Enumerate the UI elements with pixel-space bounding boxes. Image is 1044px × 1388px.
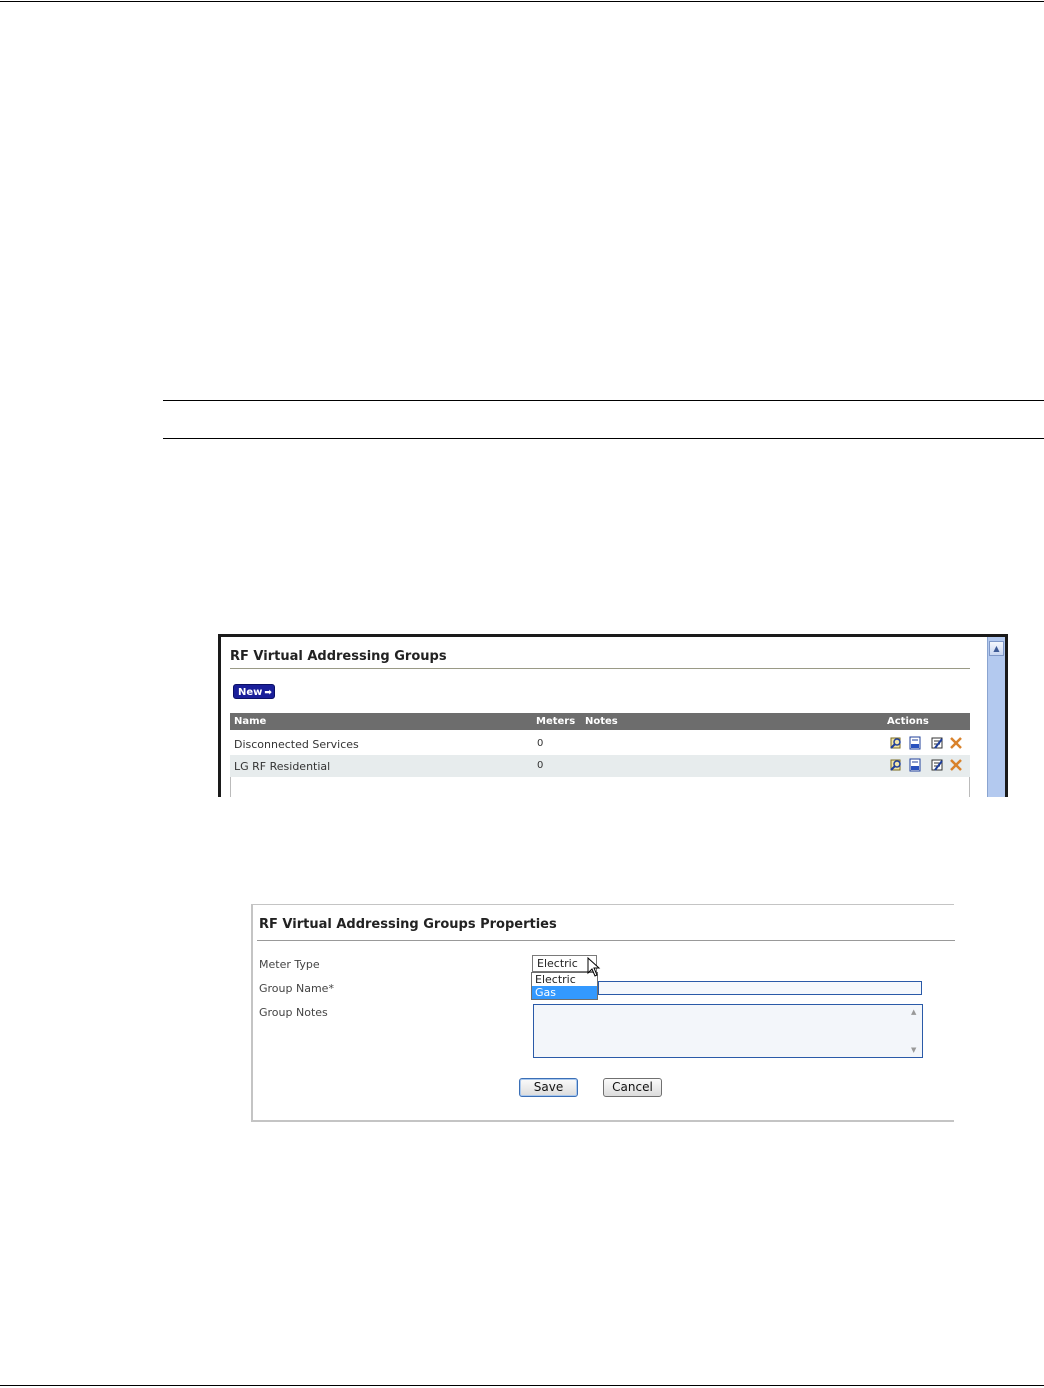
group-name-label: Group Name* — [259, 982, 334, 995]
report-icon[interactable] — [908, 758, 922, 772]
group-notes-textarea[interactable]: ▲ ▼ — [533, 1004, 923, 1058]
row-name[interactable]: Disconnected Services — [234, 738, 359, 751]
table-left-border — [230, 777, 231, 797]
row-meters: 0 — [537, 760, 544, 771]
panel-title: RF Virtual Addressing Groups — [230, 649, 447, 664]
properties-title: RF Virtual Addressing Groups Properties — [259, 917, 557, 932]
table-row[interactable]: Disconnected Services 0 — [230, 733, 970, 755]
groups-list-window: RF Virtual Addressing Groups New ➡ Name M… — [218, 634, 1008, 797]
cancel-button[interactable]: Cancel — [603, 1078, 662, 1097]
new-button[interactable]: New ➡ — [233, 684, 275, 699]
row-meters: 0 — [537, 738, 544, 749]
groups-list-content: RF Virtual Addressing Groups New ➡ Name M… — [221, 637, 985, 797]
group-notes-label: Group Notes — [259, 1006, 328, 1019]
edit-icon[interactable] — [930, 736, 944, 750]
view-icon[interactable] — [889, 736, 903, 750]
scroll-up-icon[interactable]: ▲ — [989, 641, 1004, 656]
table-row[interactable]: LG RF Residential 0 — [230, 755, 970, 777]
group-name-input[interactable] — [598, 981, 922, 995]
page-top-rule — [0, 1, 1044, 2]
properties-window: RF Virtual Addressing Groups Properties … — [251, 904, 955, 1122]
table-right-border — [969, 777, 970, 797]
column-header-actions: Actions — [887, 716, 929, 727]
vertical-scrollbar[interactable]: ▲ — [987, 637, 1005, 797]
section-rule-top — [163, 400, 1044, 401]
column-header-name[interactable]: Name — [234, 716, 266, 727]
row-name[interactable]: LG RF Residential — [234, 760, 330, 773]
new-button-label: New — [238, 687, 263, 698]
title-divider — [230, 668, 970, 669]
title-divider — [257, 940, 955, 941]
textarea-scrollbar[interactable]: ▲ ▼ — [908, 1005, 922, 1057]
mouse-pointer-icon — [587, 957, 601, 977]
delete-icon[interactable] — [949, 736, 963, 750]
edit-icon[interactable] — [930, 758, 944, 772]
section-rule-bottom — [163, 438, 1044, 439]
view-icon[interactable] — [889, 758, 903, 772]
meter-type-label: Meter Type — [259, 958, 320, 971]
dropdown-option-gas[interactable]: Gas — [532, 986, 597, 999]
arrow-right-icon: ➡ — [264, 688, 272, 698]
scroll-down-icon[interactable]: ▼ — [911, 1046, 916, 1054]
scroll-up-icon[interactable]: ▲ — [911, 1008, 916, 1016]
column-header-notes[interactable]: Notes — [585, 716, 618, 727]
delete-icon[interactable] — [949, 758, 963, 772]
column-header-meters[interactable]: Meters — [536, 716, 575, 727]
page-bottom-rule — [0, 1385, 1044, 1386]
table-header: Name Meters Notes Actions — [230, 713, 970, 730]
save-button[interactable]: Save — [519, 1078, 578, 1097]
report-icon[interactable] — [908, 736, 922, 750]
